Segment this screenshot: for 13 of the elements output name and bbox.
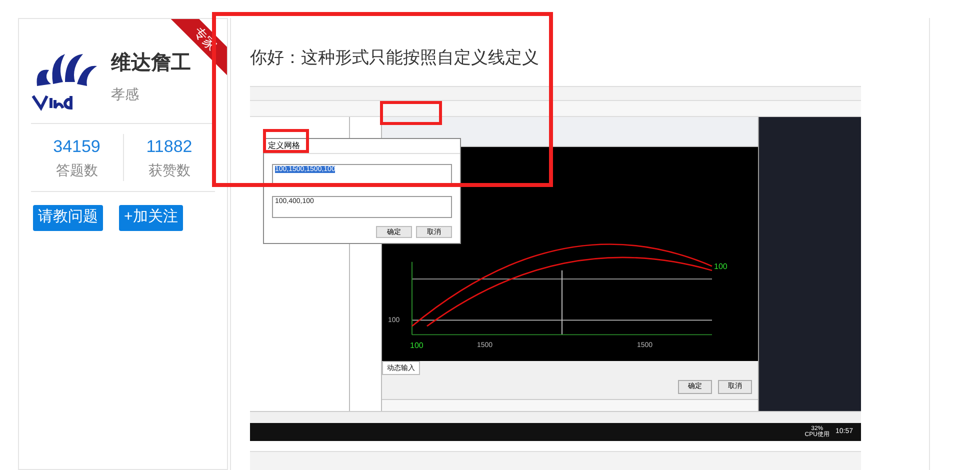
stat-value: 34159 xyxy=(53,136,100,158)
highlight-frame xyxy=(380,101,442,125)
dimension-label: 100 xyxy=(410,342,424,350)
follow-button[interactable]: +加关注 xyxy=(119,204,183,230)
dimension-label: 100 xyxy=(714,263,728,271)
stat-label: 获赞数 xyxy=(148,160,190,180)
expert-name: 维达詹工 xyxy=(111,50,191,76)
ask-question-button[interactable]: 请教问题 xyxy=(33,204,103,230)
stat-label: 答题数 xyxy=(56,160,98,180)
location-text: 孝感 xyxy=(111,84,140,104)
highlight-frame xyxy=(263,129,309,153)
stat-value: 11882 xyxy=(146,136,192,158)
answer-text: 你好：这种形式只能按照自定义线定义 xyxy=(250,47,540,69)
